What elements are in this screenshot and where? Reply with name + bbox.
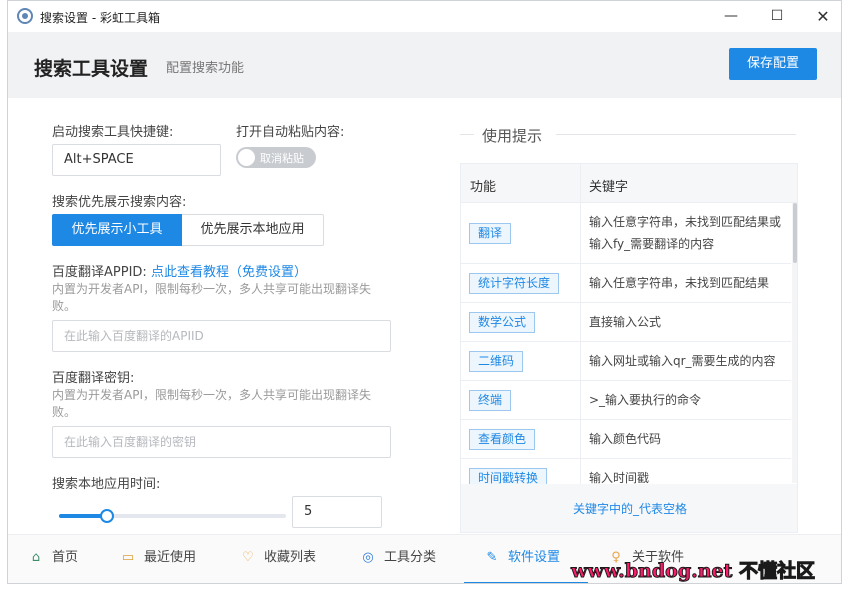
nav-item-favorites[interactable]: ♡ 收藏列表 — [240, 535, 317, 583]
divider — [460, 134, 474, 135]
secret-label: 百度翻译密钥: — [52, 371, 135, 386]
keyword-text: >_输入要执行的命令 — [589, 393, 702, 407]
wrench-icon: ✎ — [486, 550, 498, 565]
table-row: 查看颜色 输入颜色代码 — [461, 420, 791, 459]
nav-item-settings[interactable]: ✎ 软件设置 — [464, 535, 588, 583]
autopaste-toggle[interactable]: 取消粘贴 — [236, 147, 316, 168]
nav-item-recent[interactable]: ▭ 最近使用 — [120, 535, 197, 583]
app-logo-icon — [17, 8, 33, 24]
column-header-keyword: 关键字 — [589, 180, 629, 195]
autopaste-label: 打开自动粘贴内容: — [236, 125, 345, 140]
watermark: www.bndog.net 不懂社区 — [570, 560, 816, 583]
keyword-text: 输入网址或输入qr_需要生成的内容 — [589, 354, 776, 368]
toggle-knob — [238, 149, 255, 166]
window-title: 搜索设置 - 彩虹工具箱 — [40, 11, 160, 25]
folder-icon: ▭ — [121, 550, 135, 565]
keyword-text: 输入任意字符串，未找到匹配结果或输入fy_需要翻译的内容 — [589, 215, 782, 251]
tips-table: 功能 关键字 翻译 输入任意字符串，未找到匹配结果或输入fy_需要翻译的内容 统… — [460, 163, 798, 533]
page-header: 搜索工具设置 配置搜索功能 保存配置 — [8, 32, 841, 98]
home-icon: ⌂ — [31, 550, 41, 565]
priority-option-apps[interactable]: 优先展示本地应用 — [182, 214, 324, 246]
close-button[interactable]: ✕ — [800, 1, 841, 32]
heart-icon: ♡ — [242, 550, 254, 565]
divider — [556, 134, 796, 135]
feature-tag: 数学公式 — [469, 312, 536, 333]
table-row: 二维码 输入网址或输入qr_需要生成的内容 — [461, 342, 791, 381]
table-row: 终端 >_输入要执行的命令 — [461, 381, 791, 420]
appid-label: 百度翻译APPID: — [52, 265, 147, 280]
tips-footer: 关键字中的_代表空格 — [461, 484, 797, 532]
nav-item-categories[interactable]: ◎ 工具分类 — [360, 535, 437, 583]
secret-hint: 内置为开发者API，限制每秒一次，多人共享可能出现翻译失败。 — [52, 388, 371, 419]
save-config-button[interactable]: 保存配置 — [729, 48, 817, 80]
scroll-thumb[interactable] — [793, 203, 797, 263]
appid-input[interactable]: 在此输入百度翻译的APIID — [52, 320, 391, 352]
search-time-slider[interactable] — [59, 509, 286, 523]
appid-tutorial-link[interactable]: 点此查看教程（免费设置） — [151, 265, 307, 280]
feature-tag: 查看颜色 — [469, 429, 536, 450]
feature-tag: 翻译 — [469, 223, 512, 244]
nav-item-home[interactable]: ⌂ 首页 — [28, 535, 79, 583]
table-row: 统计字符长度 输入任意字符串，未找到匹配结果 — [461, 264, 791, 303]
keyword-text: 直接输入公式 — [589, 315, 662, 329]
secret-input[interactable]: 在此输入百度翻译的密钥 — [52, 426, 391, 458]
tips-title: 使用提示 — [482, 127, 543, 145]
table-row: 翻译 输入任意字符串，未找到匹配结果或输入fy_需要翻译的内容 — [461, 203, 791, 264]
minimize-button[interactable]: — — [708, 1, 754, 32]
search-time-input[interactable]: 5 — [292, 496, 382, 528]
page-subtitle: 配置搜索功能 — [166, 61, 245, 76]
appid-hint: 内置为开发者API，限制每秒一次，多人共享可能出现翻译失败。 — [52, 282, 371, 313]
page-title: 搜索工具设置 — [34, 58, 149, 80]
priority-label: 搜索优先展示搜索内容: — [52, 195, 187, 210]
title-bar: 搜索设置 - 彩虹工具箱 — ☐ ✕ — [8, 1, 841, 32]
nav-label: 软件设置 — [508, 550, 561, 565]
keyword-text: 输入任意字符串，未找到匹配结果 — [589, 276, 770, 290]
maximize-button[interactable]: ☐ — [754, 1, 800, 32]
keyword-text: 输入颜色代码 — [589, 432, 662, 446]
table-header: 功能 关键字 — [461, 164, 797, 203]
search-time-label: 搜索本地应用时间: — [52, 477, 161, 492]
feature-tag: 统计字符长度 — [469, 273, 560, 294]
compass-icon: ◎ — [362, 550, 374, 565]
nav-label: 最近使用 — [144, 550, 197, 565]
nav-label: 收藏列表 — [264, 550, 317, 565]
nav-label: 工具分类 — [384, 550, 437, 565]
appid-label-row: 百度翻译APPID: 点此查看教程（免费设置） — [52, 261, 307, 280]
shortcut-label: 启动搜索工具快捷键: — [52, 125, 174, 140]
app-window: 搜索设置 - 彩虹工具箱 — ☐ ✕ 搜索工具设置 配置搜索功能 保存配置 启动… — [7, 0, 842, 584]
column-header-feature: 功能 — [470, 180, 497, 195]
toggle-text: 取消粘贴 — [260, 152, 304, 165]
slider-handle[interactable] — [100, 509, 114, 523]
shortcut-input[interactable]: Alt+SPACE — [52, 144, 221, 176]
feature-tag: 二维码 — [469, 351, 524, 372]
table-scrollbar[interactable] — [792, 203, 797, 483]
nav-label: 首页 — [52, 550, 79, 565]
feature-tag: 终端 — [469, 390, 512, 411]
table-row: 数学公式 直接输入公式 — [461, 303, 791, 342]
priority-option-tools[interactable]: 优先展示小工具 — [52, 214, 182, 246]
